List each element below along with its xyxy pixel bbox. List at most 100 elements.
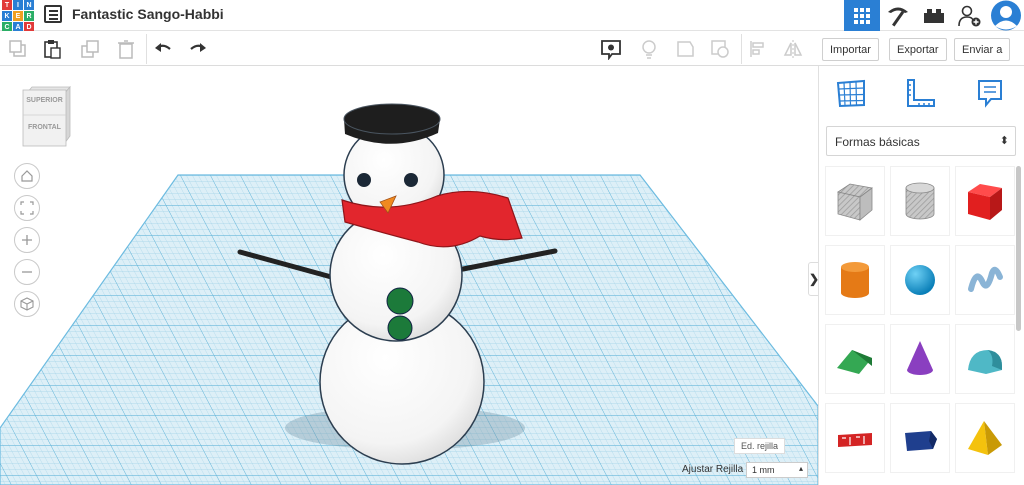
plus-icon (22, 235, 32, 245)
shape-polygon[interactable] (890, 403, 950, 473)
logo-letter: N (24, 0, 34, 10)
paste-button[interactable] (41, 38, 63, 60)
shape-text[interactable] (825, 403, 885, 473)
logo-letter: K (2, 11, 12, 21)
ruler-button[interactable] (904, 76, 938, 110)
scribble-icon (968, 266, 1003, 292)
workplane-viewport[interactable]: SUPERIOR FRONTAL Ed. rejilla Ajustar Rej… (0, 66, 818, 485)
striped-box-icon (837, 183, 873, 221)
striped-cylinder-icon (905, 182, 935, 220)
notes-button[interactable] (973, 76, 1007, 110)
shape-grid (825, 166, 1015, 475)
red-text-icon (838, 433, 872, 447)
eye-bubble-icon (601, 40, 621, 60)
logo-letter: E (13, 11, 23, 21)
3d-view-button[interactable] (844, 0, 880, 31)
fit-icon (20, 201, 34, 215)
invite-button[interactable] (952, 0, 988, 31)
orange-cylinder-icon (841, 262, 869, 298)
snowman-button[interactable] (387, 315, 413, 341)
import-button[interactable]: Importar (822, 38, 879, 61)
toolbar-divider (741, 34, 742, 64)
logo-letter: I (13, 0, 23, 10)
delete-button[interactable] (115, 38, 137, 60)
shape-cone[interactable] (890, 324, 950, 394)
shape-category-select[interactable]: Formas básicas (826, 126, 1016, 156)
tinkercad-app: T I N K E R C A D Fantastic Sango-Habbi (0, 0, 1024, 485)
grid-icon (854, 7, 870, 24)
zoom-in-button[interactable] (14, 227, 40, 253)
view-cube-top-label[interactable]: SUPERIOR (26, 97, 63, 104)
lightbulb-icon (642, 40, 656, 59)
purple-cone-icon (907, 341, 933, 375)
copy-button[interactable] (7, 38, 29, 60)
shape-sphere[interactable] (890, 245, 950, 315)
green-roof-icon (837, 350, 872, 374)
duplicate-icon (81, 40, 99, 58)
logo-letter: R (24, 11, 34, 21)
solid-button[interactable] (674, 38, 696, 60)
undo-button[interactable] (152, 38, 174, 60)
fit-view-button[interactable] (14, 195, 40, 221)
red-box-icon (968, 184, 1002, 220)
edit-toolbar: Importar Exportar Enviar a (0, 31, 1024, 66)
tinkercad-logo[interactable]: T I N K E R C A D (2, 0, 34, 32)
view-cube-front-label[interactable]: FRONTAL (28, 124, 62, 131)
navy-polygon-icon (905, 431, 937, 451)
copy-icon (9, 40, 26, 57)
trash-icon (118, 40, 134, 59)
zoom-out-button[interactable] (14, 259, 40, 285)
export-button[interactable]: Exportar (889, 38, 947, 61)
align-icon (750, 41, 764, 57)
project-title[interactable]: Fantastic Sango-Habbi (72, 6, 224, 22)
hole-button[interactable] (709, 38, 731, 60)
snowman-eye[interactable] (357, 173, 371, 187)
shape-box-hole[interactable] (825, 166, 885, 236)
send-to-button[interactable]: Enviar a (954, 38, 1011, 61)
redo-button[interactable] (187, 38, 209, 60)
notes-toggle-button[interactable] (600, 38, 622, 60)
panel-tools (819, 66, 1024, 122)
design-list-icon[interactable] (44, 5, 62, 23)
hint-button[interactable] (638, 38, 660, 60)
teal-round-roof-icon (968, 350, 1002, 374)
redo-icon (190, 43, 206, 52)
snowman-eye[interactable] (404, 173, 418, 187)
align-button[interactable] (747, 38, 769, 60)
shape-box[interactable] (955, 166, 1015, 236)
blocks-button[interactable] (880, 0, 916, 31)
shape-cylinder-hole[interactable] (890, 166, 950, 236)
blue-sphere-icon (905, 265, 935, 295)
ruler-icon (907, 79, 935, 107)
snap-grid-select[interactable]: 1 mm (746, 462, 808, 478)
home-icon (21, 170, 33, 182)
perspective-cube-icon (20, 297, 34, 311)
shape-scribble[interactable] (955, 245, 1015, 315)
hole-shape-icon (711, 40, 729, 58)
duplicate-button[interactable] (79, 38, 101, 60)
panel-scrollbar[interactable] (1016, 166, 1021, 331)
workplane-icon (836, 79, 865, 108)
perspective-button[interactable] (14, 291, 40, 317)
snap-grid-label: Ajustar Rejilla (682, 464, 744, 475)
mirror-button[interactable] (782, 38, 804, 60)
workplane-button[interactable] (834, 76, 868, 110)
minus-icon (22, 271, 32, 273)
workplane-scene (0, 103, 818, 485)
pickaxe-icon (888, 7, 908, 27)
top-bar: T I N K E R C A D Fantastic Sango-Habbi (0, 0, 1024, 32)
bricks-button[interactable] (916, 0, 952, 31)
shape-pyramid[interactable] (955, 403, 1015, 473)
snowman-button[interactable] (386, 287, 414, 315)
shape-cylinder[interactable] (825, 245, 885, 315)
user-avatar-button[interactable] (988, 0, 1024, 31)
home-view-button[interactable] (14, 163, 40, 189)
undo-icon (155, 43, 171, 52)
shape-round-roof[interactable] (955, 324, 1015, 394)
edit-grid-button[interactable]: Ed. rejilla (734, 438, 786, 454)
logo-letter: T (2, 0, 12, 10)
paste-icon (44, 40, 61, 59)
yellow-pyramid-icon (968, 421, 1002, 455)
view-cube[interactable]: SUPERIOR FRONTAL (20, 84, 74, 148)
shape-roof[interactable] (825, 324, 885, 394)
